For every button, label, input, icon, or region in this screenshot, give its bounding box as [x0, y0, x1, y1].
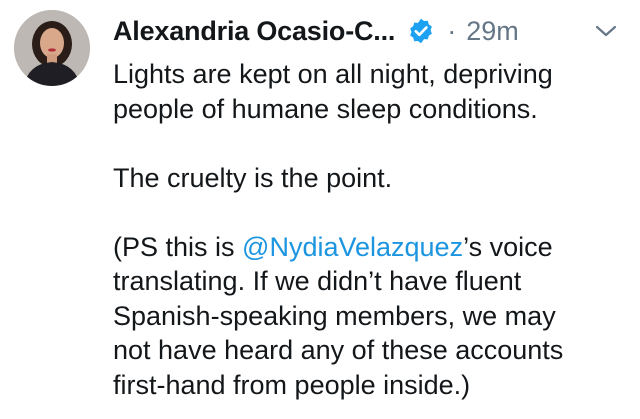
mention-link[interactable]: @NydiaVelazquez: [242, 232, 463, 262]
avatar[interactable]: [14, 10, 90, 86]
paragraph-3-prefix: (PS this is: [113, 231, 243, 262]
header-separator: ·: [447, 15, 457, 46]
tweet-card: Alexandria Ocasio-C... · 29m Lights are …: [0, 0, 640, 419]
tweet-paragraph-1: Lights are kept on all night, depriving …: [113, 59, 553, 124]
tweet-header: Alexandria Ocasio-C... · 29m: [113, 14, 519, 48]
tweet-paragraph-2: The cruelty is the point.: [113, 162, 393, 193]
verified-badge-icon: [407, 17, 435, 45]
avatar-image: [14, 10, 90, 86]
tweet-paragraph-3: (PS this is @NydiaVelazquez’s voice tran…: [113, 230, 628, 403]
tweet-text: Lights are kept on all night, depriving …: [113, 57, 628, 402]
tweet-timestamp[interactable]: 29m: [466, 16, 519, 47]
author-name[interactable]: Alexandria Ocasio-C...: [113, 16, 395, 47]
chevron-down-icon[interactable]: [593, 22, 619, 40]
